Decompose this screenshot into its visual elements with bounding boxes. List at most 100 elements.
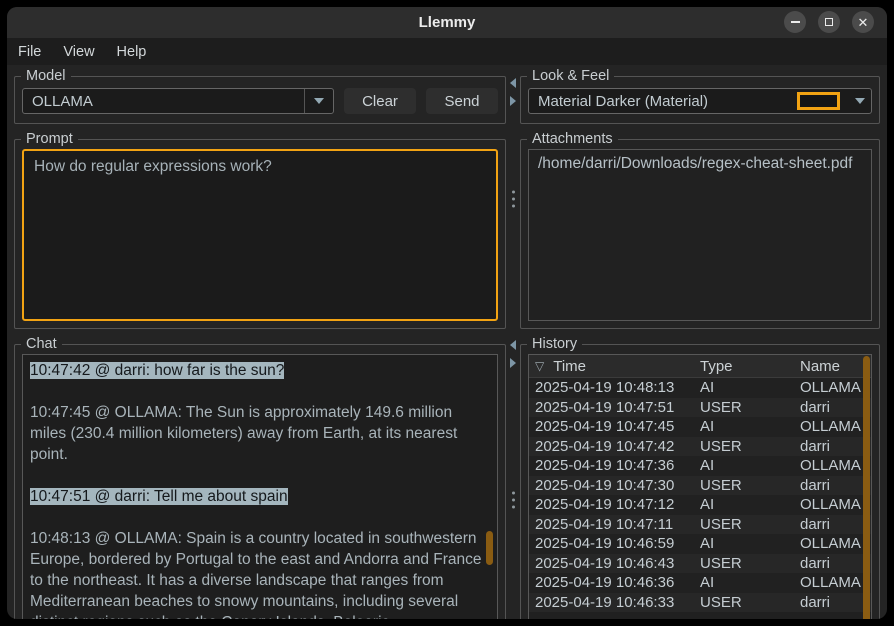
splitter-grip-icon[interactable]	[512, 190, 515, 207]
history-groupbox: History ▽ Time Type Name 2025-04-19 10:4…	[520, 344, 880, 619]
prompt-textarea[interactable]: How do regular expressions work?	[22, 149, 498, 321]
history-cell-type: USER	[700, 555, 800, 572]
history-cell-type: USER	[700, 399, 800, 416]
splitter-collapse-buttons	[510, 340, 516, 368]
history-cell-time: 2025-04-19 10:46:59	[529, 535, 700, 552]
history-group-label: History	[527, 335, 582, 354]
history-cell-type: AI	[700, 379, 800, 396]
send-button[interactable]: Send	[426, 88, 498, 114]
attachments-list[interactable]: /home/darri/Downloads/regex-cheat-sheet.…	[528, 149, 872, 321]
chevron-down-icon	[855, 98, 865, 104]
history-cell-type: USER	[700, 516, 800, 533]
vertical-splitter-top[interactable]	[506, 68, 520, 329]
attachments-groupbox: Attachments /home/darri/Downloads/regex-…	[520, 139, 880, 329]
attachments-group-label: Attachments	[527, 130, 618, 149]
vertical-splitter-bottom[interactable]	[506, 336, 520, 619]
close-button[interactable]: ✕	[852, 11, 874, 33]
history-row[interactable]: 2025-04-19 10:47:12AIOLLAMA	[529, 495, 871, 515]
history-table-body: 2025-04-19 10:48:13AIOLLAMA2025-04-19 10…	[529, 378, 871, 612]
history-table: ▽ Time Type Name 2025-04-19 10:48:13AIOL…	[528, 354, 872, 619]
history-cell-type: AI	[700, 418, 800, 435]
model-combo-arrow-box[interactable]	[304, 89, 333, 113]
app-window: Llemmy ✕ File View Help Model OLLAMA	[7, 7, 887, 619]
history-cell-time: 2025-04-19 10:46:43	[529, 555, 700, 572]
history-cell-name: OLLAMA	[800, 496, 871, 513]
column-header-name[interactable]: Name	[800, 358, 871, 375]
menu-item-help[interactable]: Help	[117, 44, 147, 60]
column-header-type[interactable]: Type	[700, 358, 800, 375]
history-cell-name: darri	[800, 594, 871, 611]
collapse-left-icon[interactable]	[510, 340, 516, 350]
minimize-icon	[791, 21, 800, 23]
attachment-item[interactable]: /home/darri/Downloads/regex-cheat-sheet.…	[538, 155, 862, 173]
history-row[interactable]: 2025-04-19 10:48:13AIOLLAMA	[529, 378, 871, 398]
history-cell-time: 2025-04-19 10:48:13	[529, 379, 700, 396]
look-and-feel-selected-value: Material Darker (Material)	[529, 93, 797, 110]
history-cell-type: AI	[700, 574, 800, 591]
look-and-feel-group-label: Look & Feel	[527, 67, 614, 86]
model-groupbox: Model OLLAMA Clear Send	[14, 76, 506, 124]
chat-scrollbar-thumb[interactable]	[486, 531, 493, 565]
look-and-feel-combo-arrow-box[interactable]	[849, 89, 871, 113]
history-cell-name: OLLAMA	[800, 574, 871, 591]
main-content: Model OLLAMA Clear Send Look &	[7, 65, 887, 619]
menu-item-file[interactable]: File	[18, 44, 41, 60]
chat-message: 10:48:13 @ OLLAMA: Spain is a country lo…	[30, 528, 490, 619]
history-cell-type: AI	[700, 496, 800, 513]
history-cell-type: USER	[700, 477, 800, 494]
sort-descending-icon: ▽	[535, 359, 544, 373]
history-row[interactable]: 2025-04-19 10:47:51USERdarri	[529, 398, 871, 418]
maximize-button[interactable]	[818, 11, 840, 33]
history-cell-time: 2025-04-19 10:47:12	[529, 496, 700, 513]
history-cell-time: 2025-04-19 10:47:36	[529, 457, 700, 474]
prompt-groupbox: Prompt How do regular expressions work?	[14, 139, 506, 329]
clear-button[interactable]: Clear	[344, 88, 416, 114]
history-cell-name: OLLAMA	[800, 535, 871, 552]
collapse-left-icon[interactable]	[510, 78, 516, 88]
history-cell-name: darri	[800, 516, 871, 533]
model-group-label: Model	[21, 67, 71, 86]
look-and-feel-combobox[interactable]: Material Darker (Material)	[528, 88, 872, 114]
history-scrollbar-thumb[interactable]	[863, 356, 870, 619]
history-row[interactable]: 2025-04-19 10:47:36AIOLLAMA	[529, 456, 871, 476]
look-and-feel-groupbox: Look & Feel Material Darker (Material)	[520, 76, 880, 124]
maximize-icon	[825, 18, 833, 26]
history-cell-time: 2025-04-19 10:47:30	[529, 477, 700, 494]
history-cell-type: AI	[700, 535, 800, 552]
history-cell-name: OLLAMA	[800, 418, 871, 435]
history-row[interactable]: 2025-04-19 10:47:11USERdarri	[529, 515, 871, 535]
splitter-grip-icon[interactable]	[512, 491, 515, 508]
history-cell-type: AI	[700, 457, 800, 474]
chat-group-label: Chat	[21, 335, 62, 354]
history-row[interactable]: 2025-04-19 10:46:43USERdarri	[529, 554, 871, 574]
history-cell-time: 2025-04-19 10:47:45	[529, 418, 700, 435]
history-row[interactable]: 2025-04-19 10:47:42USERdarri	[529, 437, 871, 457]
minimize-button[interactable]	[784, 11, 806, 33]
history-row[interactable]: 2025-04-19 10:47:30USERdarri	[529, 476, 871, 496]
column-header-time[interactable]: ▽ Time	[529, 358, 700, 375]
collapse-right-icon[interactable]	[510, 358, 516, 368]
menu-item-view[interactable]: View	[63, 44, 94, 60]
history-row[interactable]: 2025-04-19 10:46:33USERdarri	[529, 593, 871, 613]
history-cell-time: 2025-04-19 10:46:36	[529, 574, 700, 591]
history-row[interactable]: 2025-04-19 10:46:36AIOLLAMA	[529, 573, 871, 593]
model-combobox[interactable]: OLLAMA	[22, 88, 334, 114]
history-cell-name: darri	[800, 399, 871, 416]
chat-message: 10:47:51 @ darri: Tell me about spain	[30, 486, 490, 507]
history-cell-type: USER	[700, 438, 800, 455]
history-row[interactable]: 2025-04-19 10:47:45AIOLLAMA	[529, 417, 871, 437]
collapse-right-icon[interactable]	[510, 96, 516, 106]
history-cell-time: 2025-04-19 10:47:11	[529, 516, 700, 533]
history-table-header[interactable]: ▽ Time Type Name	[529, 355, 871, 378]
history-row[interactable]: 2025-04-19 10:46:59AIOLLAMA	[529, 534, 871, 554]
history-cell-time: 2025-04-19 10:47:42	[529, 438, 700, 455]
history-cell-name: darri	[800, 477, 871, 494]
chevron-down-icon	[314, 98, 324, 104]
chat-message: 10:47:42 @ darri: how far is the sun?	[30, 360, 490, 381]
chat-text[interactable]: 10:47:42 @ darri: how far is the sun? 10:…	[22, 354, 498, 619]
window-title: Llemmy	[419, 14, 476, 31]
history-cell-time: 2025-04-19 10:47:51	[529, 399, 700, 416]
close-icon: ✕	[858, 16, 869, 29]
menu-bar: File View Help	[7, 38, 887, 65]
title-bar[interactable]: Llemmy ✕	[7, 7, 887, 38]
